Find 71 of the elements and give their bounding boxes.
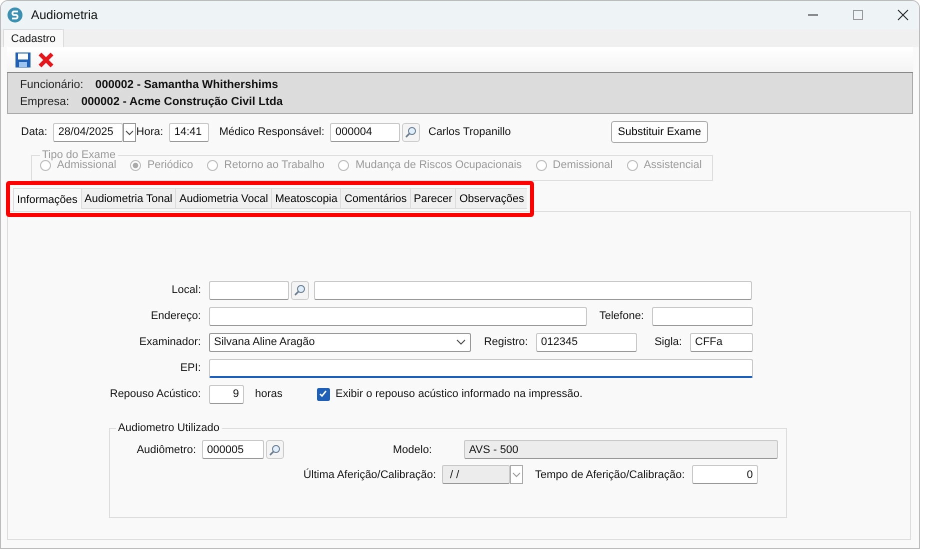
field-label: Hora:	[136, 126, 164, 138]
field-label: Telefone:	[598, 310, 644, 322]
field-label: Última Aferição/Calibração:	[302, 468, 436, 480]
group-title: Audiometro Utilizado	[117, 422, 220, 434]
time-field[interactable]: 14:41	[169, 122, 210, 142]
radio-label: Assistencial	[644, 159, 702, 171]
radio-label: Demissional	[552, 159, 613, 171]
date-field[interactable]: 28/04/2025	[53, 122, 124, 142]
rest-field[interactable]: 9	[209, 384, 244, 404]
phone-field[interactable]	[652, 306, 753, 326]
tab[interactable]: Parecer	[410, 188, 456, 209]
dropdown-icon[interactable]	[123, 122, 136, 142]
field-label: EPI:	[179, 362, 201, 374]
group-title: Tipo do Exame	[41, 149, 117, 161]
tab[interactable]: Cadastro	[3, 29, 64, 47]
window-title: Audiometria	[31, 8, 98, 22]
search-button[interactable]	[291, 280, 309, 300]
field-label: Médico Responsável:	[219, 126, 324, 138]
search-icon	[269, 444, 281, 456]
tab[interactable]: Audiometria Tonal	[80, 188, 176, 209]
radio-label: Retorno ao Trabalho	[224, 159, 324, 171]
chevron-icon	[456, 339, 466, 345]
app-logo-icon	[7, 7, 23, 23]
model-field: AVS - 500	[464, 440, 778, 459]
checkbox-label: Exibir o repouso acústico informado na impressão.	[336, 388, 583, 400]
field-label: Tempo de Aferição/Calibração:	[535, 468, 685, 480]
field-label: Audiômetro:	[136, 444, 196, 456]
radio-label: Periódico	[147, 159, 194, 171]
maximize-icon[interactable]	[852, 9, 864, 21]
replace-exam-button[interactable]: Substituir Exame	[610, 121, 708, 143]
employee-name: 000002 - Samantha Whithershims	[95, 78, 278, 90]
tab[interactable]: Observações	[455, 188, 528, 209]
company-name: 000002 - Acme Construção Civil Ltda	[81, 96, 283, 108]
local-code-field[interactable]	[209, 280, 289, 300]
field-label: Repouso Acústico:	[108, 388, 201, 400]
search-icon	[405, 126, 418, 138]
tab[interactable]: Informações	[13, 188, 81, 211]
radio-label: Mudança de Riscos Ocupacionais	[355, 159, 522, 171]
search-button[interactable]	[402, 122, 420, 142]
search-button[interactable]	[266, 440, 284, 459]
field-label: Empresa:	[20, 96, 70, 108]
checkbox[interactable]	[316, 388, 330, 400]
address-field[interactable]	[209, 306, 587, 326]
field-label: Local:	[170, 284, 201, 296]
local-name-field[interactable]	[314, 280, 752, 300]
cancel-icon[interactable]	[38, 52, 54, 68]
calibration-date-field: / /	[442, 465, 510, 484]
search-icon	[294, 284, 306, 296]
unit-label: horas	[255, 388, 283, 400]
radio-label: Admissional	[57, 159, 116, 171]
tab[interactable]: Audiometria Vocal	[175, 188, 272, 209]
epi-field[interactable]	[209, 358, 753, 378]
examiner-select[interactable]: Silvana Aline Aragão	[209, 332, 471, 352]
acronym-field[interactable]: CFFa	[690, 332, 753, 352]
field-label: Data:	[21, 126, 48, 138]
field-label: Examinador:	[138, 336, 201, 348]
audiometer-field[interactable]: 000005	[202, 440, 264, 459]
tab[interactable]: Comentários	[340, 188, 410, 209]
save-icon[interactable]	[15, 52, 31, 68]
close-icon[interactable]	[897, 9, 909, 21]
field-label: Registro:	[482, 336, 528, 348]
field-label: Modelo:	[392, 444, 432, 456]
doctor-name: Carlos Tropanillo	[428, 126, 511, 138]
field-label: Sigla:	[653, 336, 682, 348]
doctor-code-field[interactable]: 000004	[330, 122, 400, 142]
interval-field[interactable]: 0	[692, 465, 758, 484]
field-label: Endereço:	[150, 310, 201, 322]
registry-field[interactable]: 012345	[536, 332, 637, 352]
field-label: Funcionário:	[20, 78, 84, 90]
tab[interactable]: Meatoscopia	[271, 188, 340, 209]
check-icon	[318, 389, 328, 399]
